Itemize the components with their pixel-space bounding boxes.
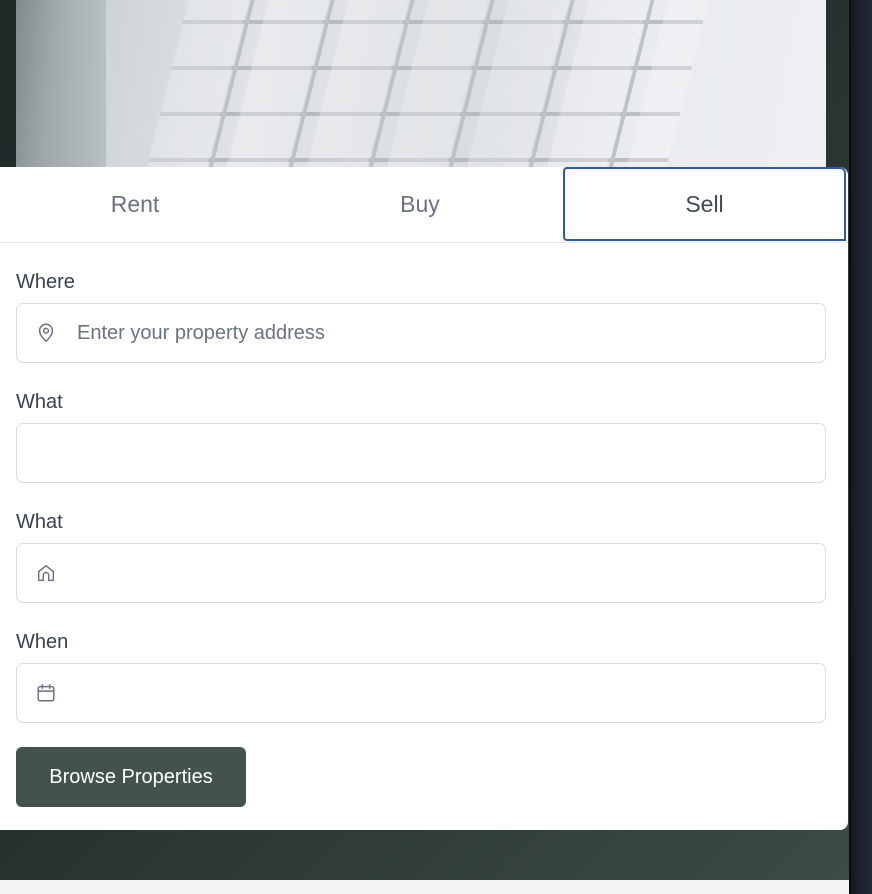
tab-sell[interactable]: Sell bbox=[563, 167, 846, 241]
what-label-2: What bbox=[16, 511, 63, 533]
browse-properties-button[interactable]: Browse Properties bbox=[16, 747, 246, 807]
when-input[interactable] bbox=[16, 663, 826, 723]
window-edge bbox=[849, 0, 872, 894]
what-label-1: What bbox=[16, 391, 63, 413]
what-input-2[interactable] bbox=[16, 543, 826, 603]
tab-bar: Rent Buy Sell bbox=[0, 167, 848, 243]
calendar-icon bbox=[35, 682, 57, 704]
where-input[interactable]: Enter your property address bbox=[16, 303, 826, 363]
where-label: Where bbox=[16, 271, 75, 293]
hero-image bbox=[16, 0, 826, 168]
location-pin-icon bbox=[35, 322, 57, 344]
when-label: When bbox=[16, 631, 69, 653]
search-card: Rent Buy Sell Where Enter your property … bbox=[0, 167, 848, 830]
home-icon bbox=[35, 562, 57, 584]
footer-strip bbox=[0, 880, 849, 894]
where-placeholder: Enter your property address bbox=[77, 322, 325, 344]
tab-buy[interactable]: Buy bbox=[278, 167, 562, 242]
tab-rent[interactable]: Rent bbox=[0, 167, 277, 242]
what-input-1[interactable] bbox=[16, 423, 826, 483]
